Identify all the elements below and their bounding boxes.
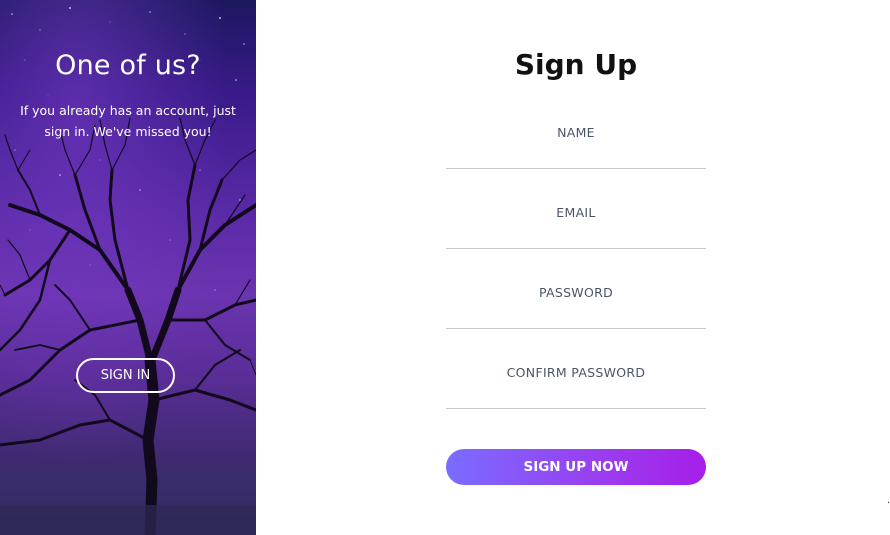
welcome-panel: One of us? If you already has an account… [0, 0, 256, 535]
password-label: PASSWORD [538, 285, 614, 300]
email-label: EMAIL [556, 205, 596, 220]
name-input[interactable] [446, 146, 706, 166]
password-input[interactable] [446, 306, 706, 326]
confirm-password-field: CONFIRM PASSWORD [446, 357, 706, 409]
email-input[interactable] [446, 226, 706, 246]
sign-up-now-button[interactable]: SIGN UP NOW [446, 449, 706, 485]
welcome-title: One of us? [55, 50, 201, 81]
email-field: EMAIL [446, 197, 706, 249]
welcome-subtitle: If you already has an account, just sign… [20, 103, 236, 139]
confirm-password-label: CONFIRM PASSWORD [506, 365, 646, 380]
password-field: PASSWORD [446, 277, 706, 329]
name-label: NAME [557, 125, 595, 140]
form-title: Sign Up [514, 48, 638, 81]
name-field: NAME [446, 117, 706, 169]
confirm-password-input[interactable] [446, 386, 706, 406]
signup-form: Sign Up NAME EMAIL PASSWORD CONFIRM PASS… [256, 0, 890, 535]
sign-in-button[interactable]: SIGN IN [76, 358, 175, 393]
signup-page: One of us? If you already has an account… [0, 0, 890, 535]
